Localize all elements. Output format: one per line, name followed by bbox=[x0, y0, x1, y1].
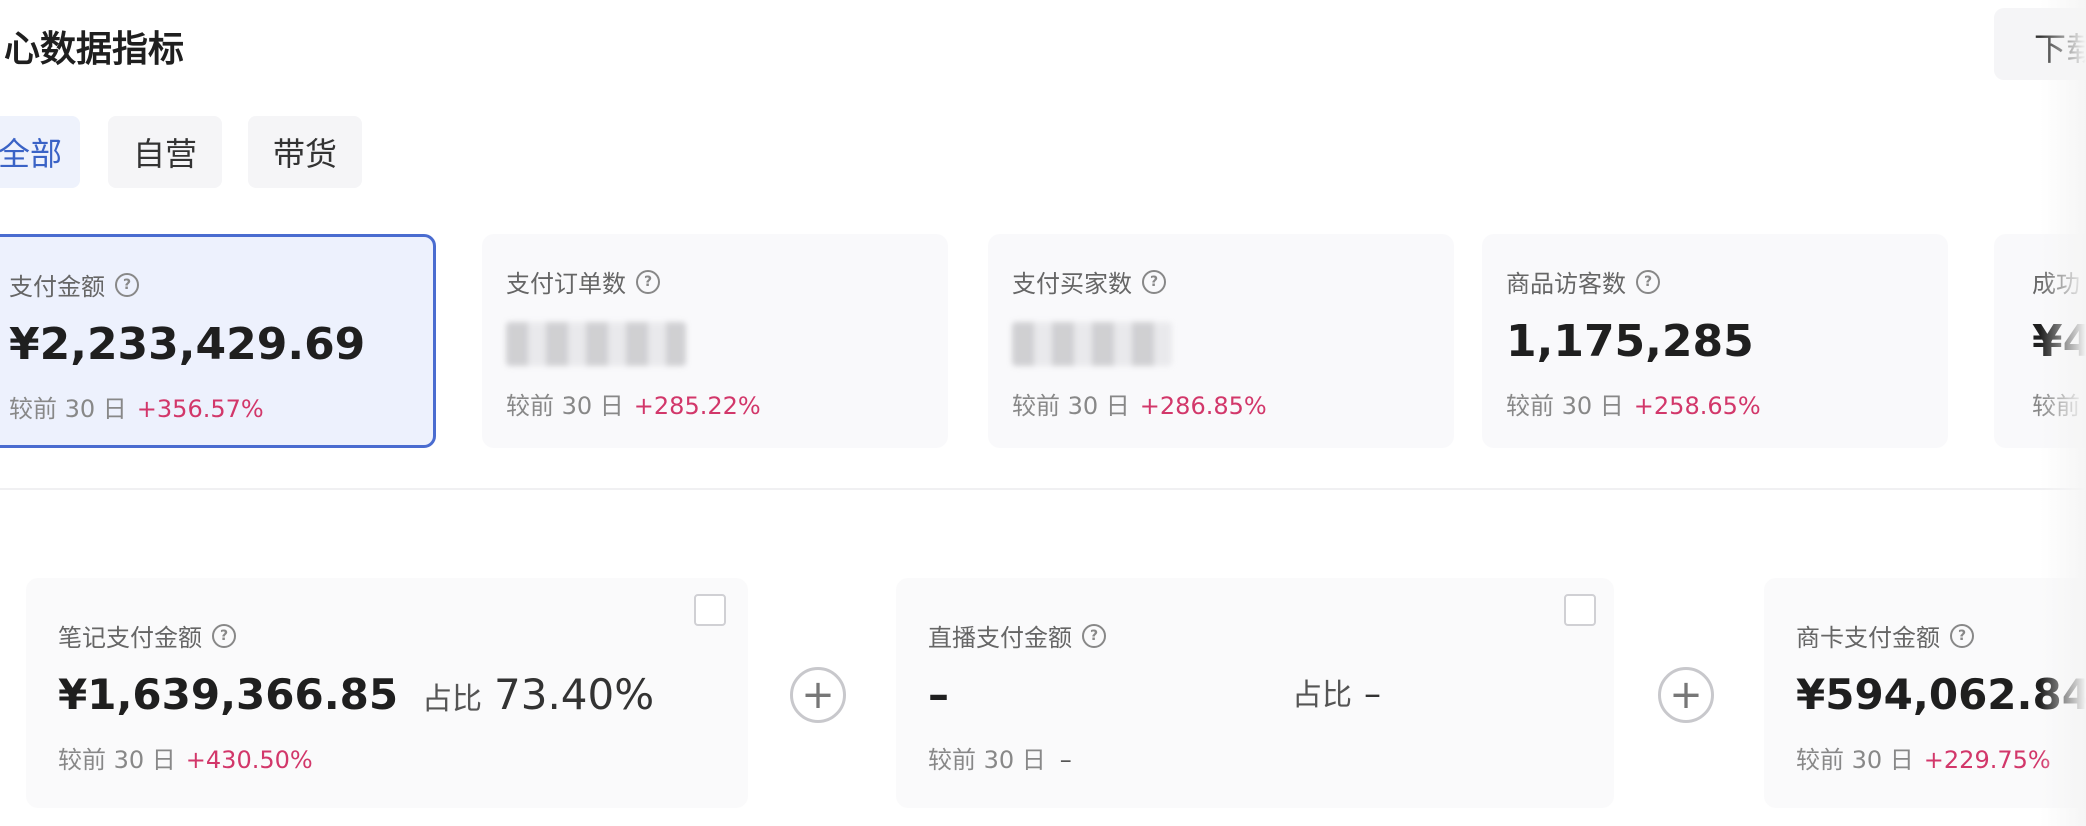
help-icon[interactable]: ? bbox=[115, 272, 139, 297]
channel-label: 商卡支付金额 ? bbox=[1796, 618, 1974, 653]
metric-card-payment-orders[interactable]: 支付订单数 ? 较前 30 日 +285.22% bbox=[482, 234, 948, 448]
metric-card-payment-buyers[interactable]: 支付买家数 ? 较前 30 日 +286.85% bbox=[988, 234, 1454, 448]
tab-affiliate[interactable]: 带货 bbox=[248, 116, 362, 188]
change-value: +258.65% bbox=[1633, 392, 1761, 420]
ratio-label: 占比 bbox=[1292, 678, 1352, 713]
metric-compare: 较前 30 日 +356.57% bbox=[9, 389, 264, 424]
change-value: +285.22% bbox=[633, 392, 761, 420]
metric-label-text: 支付订单数 bbox=[506, 270, 626, 298]
change-value: +229.75% bbox=[1923, 746, 2051, 774]
metric-card-payment-amount[interactable]: 支付金额 ? ¥2,233,429.69 较前 30 日 +356.57% bbox=[0, 234, 436, 448]
blurred-value bbox=[506, 322, 686, 366]
channel-card-live[interactable]: 直播支付金额 ? – 占比 – 较前 30 日 – bbox=[896, 578, 1614, 808]
channel-compare: 较前 30 日 +229.75% bbox=[1796, 740, 2051, 775]
metric-compare: 较前 30 日 +286.85% bbox=[1012, 386, 1267, 421]
help-icon[interactable]: ? bbox=[1082, 623, 1106, 648]
compare-label: 较前 30 日 bbox=[1506, 392, 1624, 420]
plus-circle-icon[interactable]: + bbox=[1658, 667, 1714, 723]
channel-label: 直播支付金额 ? bbox=[928, 618, 1106, 653]
channel-label-text: 商卡支付金额 bbox=[1796, 624, 1940, 652]
ratio-value: 73.40% bbox=[494, 670, 655, 719]
metric-label: 商品访客数 ? bbox=[1506, 264, 1660, 299]
section-divider bbox=[0, 488, 2086, 490]
metric-compare: 较前 30 日 +258.65% bbox=[1506, 386, 1761, 421]
metric-label: 支付买家数 ? bbox=[1012, 264, 1166, 299]
metric-label-text: 支付买家数 bbox=[1012, 270, 1132, 298]
help-icon[interactable]: ? bbox=[1950, 623, 1974, 648]
help-icon[interactable]: ? bbox=[636, 269, 660, 294]
channel-label-text: 笔记支付金额 bbox=[58, 624, 202, 652]
compare-label: 较前 30 日 bbox=[506, 392, 624, 420]
channel-compare: 较前 30 日 – bbox=[928, 740, 1072, 775]
compare-label: 较前 30 日 bbox=[1796, 746, 1914, 774]
compare-label: 较前 30 日 bbox=[928, 746, 1046, 774]
metric-value: ¥2,233,429.69 bbox=[9, 319, 366, 370]
metric-card-product-visitors[interactable]: 商品访客数 ? 1,175,285 较前 30 日 +258.65% bbox=[1482, 234, 1948, 448]
help-icon[interactable]: ? bbox=[1142, 269, 1166, 294]
compare-label: 较前 30 日 bbox=[58, 746, 176, 774]
checkbox-icon[interactable] bbox=[694, 594, 726, 626]
checkbox-icon[interactable] bbox=[1564, 594, 1596, 626]
channel-value: – bbox=[928, 670, 949, 719]
right-edge-shade bbox=[2040, 0, 2086, 826]
metric-label-text: 商品访客数 bbox=[1506, 270, 1626, 298]
metric-label: 支付金额 ? bbox=[9, 267, 139, 302]
ratio-label: 占比 bbox=[422, 682, 482, 717]
tab-all[interactable]: 全部 bbox=[0, 116, 80, 188]
channel-card-notes[interactable]: 笔记支付金额 ? ¥1,639,366.85 占比 73.40% 较前 30 日… bbox=[26, 578, 748, 808]
metric-value: 1,175,285 bbox=[1506, 316, 1754, 367]
change-value: +356.57% bbox=[136, 395, 264, 423]
help-icon[interactable]: ? bbox=[1636, 269, 1660, 294]
channel-label: 笔记支付金额 ? bbox=[58, 618, 236, 653]
metric-compare: 较前 30 日 +285.22% bbox=[506, 386, 761, 421]
blurred-value bbox=[1012, 322, 1172, 366]
page-title: 心数据指标 bbox=[4, 29, 185, 70]
metric-label-text: 支付金额 bbox=[9, 273, 105, 301]
channel-label-text: 直播支付金额 bbox=[928, 624, 1072, 652]
change-value: +430.50% bbox=[185, 746, 313, 774]
compare-label: 较前 30 日 bbox=[1012, 392, 1130, 420]
channel-ratio: 占比 – bbox=[1292, 670, 1381, 714]
channel-ratio: 占比 73.40% bbox=[422, 670, 654, 719]
change-value: +286.85% bbox=[1139, 392, 1267, 420]
compare-label: 较前 30 日 bbox=[9, 395, 127, 423]
change-value: – bbox=[1059, 746, 1072, 774]
channel-value: ¥1,639,366.85 bbox=[58, 670, 399, 719]
channel-card-product-card[interactable]: 商卡支付金额 ? ¥594,062.84 较前 30 日 +229.75% bbox=[1764, 578, 2086, 808]
help-icon[interactable]: ? bbox=[212, 623, 236, 648]
tab-self-operated[interactable]: 自营 bbox=[108, 116, 222, 188]
channel-compare: 较前 30 日 +430.50% bbox=[58, 740, 313, 775]
ratio-value: – bbox=[1364, 674, 1381, 714]
metric-label: 支付订单数 ? bbox=[506, 264, 660, 299]
plus-circle-icon[interactable]: + bbox=[790, 667, 846, 723]
